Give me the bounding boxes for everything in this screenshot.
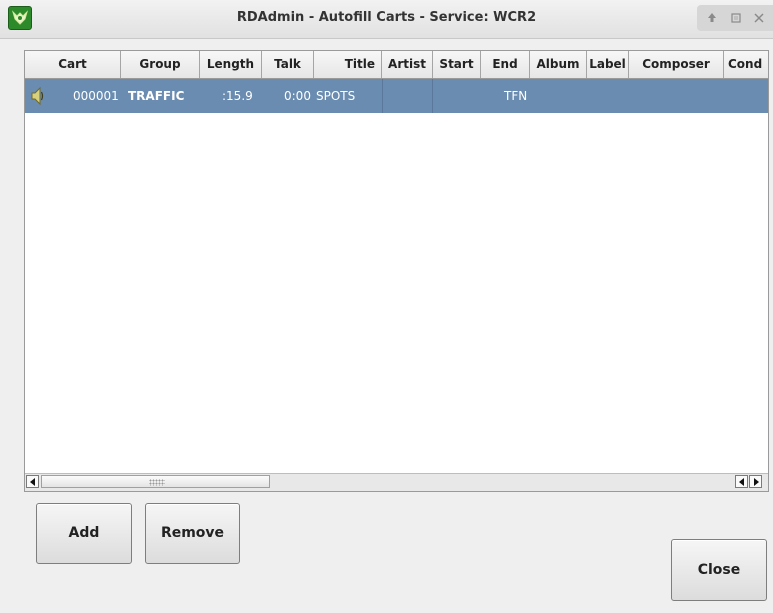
horizontal-scrollbar[interactable]: [25, 473, 768, 491]
close-icon[interactable]: [750, 9, 768, 27]
carts-table[interactable]: Cart Group Length Talk Title Artist Star…: [24, 50, 769, 492]
column-header-album[interactable]: Album: [530, 51, 587, 78]
column-header-composer[interactable]: Composer: [629, 51, 724, 78]
up-arrow-icon[interactable]: [703, 9, 721, 27]
cell-end: TFN: [504, 89, 528, 103]
scrollbar-thumb[interactable]: [41, 475, 270, 488]
grip-icon: [149, 479, 165, 486]
column-header-group[interactable]: Group: [121, 51, 200, 78]
table-header: Cart Group Length Talk Title Artist Star…: [25, 51, 768, 79]
column-header-start[interactable]: Start: [433, 51, 481, 78]
column-header-title[interactable]: Title: [314, 51, 382, 78]
column-header-talk[interactable]: Talk: [262, 51, 314, 78]
speaker-icon: [30, 79, 46, 113]
remove-button[interactable]: Remove: [145, 503, 240, 564]
cell-cart: 000001: [73, 89, 119, 103]
scroll-right-button[interactable]: [749, 475, 762, 488]
window-title: RDAdmin - Autofill Carts - Service: WCR2: [236, 10, 537, 25]
column-header-label[interactable]: Label: [587, 51, 629, 78]
column-header-end[interactable]: End: [481, 51, 530, 78]
title-bar: RDAdmin - Autofill Carts - Service: WCR2: [0, 0, 773, 39]
window-controls: [697, 5, 773, 31]
cell-length: :15.9: [222, 89, 253, 103]
column-header-artist[interactable]: Artist: [382, 51, 433, 78]
column-header-length[interactable]: Length: [200, 51, 262, 78]
column-header-cart[interactable]: Cart: [25, 51, 121, 78]
maximize-icon[interactable]: [727, 9, 745, 27]
table-row[interactable]: 000001 TRAFFIC :15.9 0:00 SPOTS TFN: [25, 79, 768, 113]
cell-group: TRAFFIC: [128, 89, 185, 103]
scroll-left-button[interactable]: [26, 475, 39, 488]
cell-title: SPOTS: [316, 89, 356, 103]
add-button[interactable]: Add: [36, 503, 132, 564]
cell-talk: 0:00: [284, 89, 311, 103]
scroll-left-button-right-group[interactable]: [735, 475, 748, 488]
close-button[interactable]: Close: [671, 539, 767, 601]
cell-artist: [382, 79, 433, 113]
column-header-cond[interactable]: Cond: [724, 51, 768, 78]
